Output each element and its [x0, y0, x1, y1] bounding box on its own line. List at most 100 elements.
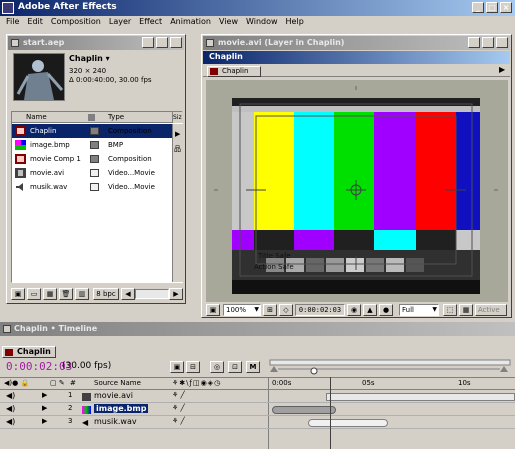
header-label-icon — [88, 114, 95, 121]
show-snapshot-button[interactable]: ▲ — [363, 304, 377, 316]
project-item-list: Name Type Siz Chaplin Composition image.… — [11, 111, 183, 283]
current-time-field[interactable]: 0:00:02:03 — [295, 304, 345, 316]
column-size-header[interactable]: Siz — [173, 114, 182, 121]
label-swatch — [90, 169, 99, 177]
snapshot-button[interactable]: ◉ — [347, 304, 361, 316]
comp-viewer[interactable]: Title Safe Action Safe — [206, 80, 508, 302]
video-eye-icon[interactable]: ◀) — [6, 404, 15, 413]
maximize-button[interactable]: □ — [486, 2, 498, 13]
project-close-button[interactable]: × — [170, 37, 182, 48]
timeline-title: Chaplin • Timeline — [14, 324, 98, 333]
comp-name[interactable]: Chaplin ▾ — [69, 54, 110, 63]
chevron-down-icon: ▼ — [254, 306, 259, 313]
transparency-grid-button[interactable]: ▦ — [459, 304, 473, 316]
column-name-header[interactable]: Name — [26, 113, 47, 121]
audio-icon — [16, 183, 23, 191]
project-maximize-button[interactable]: □ — [156, 37, 168, 48]
new-comp-button[interactable]: ▦ — [43, 288, 57, 300]
time-navigator[interactable] — [268, 358, 515, 376]
column-type-header[interactable]: Type — [108, 113, 124, 121]
scroll-right-button[interactable]: ▶ — [169, 288, 183, 300]
ruler-mid-label: 05s — [362, 379, 375, 387]
expand-arrow-icon[interactable]: ▶ — [42, 404, 47, 412]
timeline-panel: 0:00:02:03 (30.00 fps) ▣ ⊟ ◎ ⊡ M ◀)● 🔒 ▢… — [0, 358, 515, 449]
motion-blur-button[interactable]: ⊡ — [228, 361, 242, 373]
layer-duration-bar[interactable] — [272, 406, 336, 414]
project-minimize-button[interactable]: _ — [142, 37, 154, 48]
comp-maximize-button[interactable]: □ — [482, 37, 494, 48]
layer-index: 2 — [68, 404, 73, 412]
menu-bar: File Edit Composition Layer Effect Animation V… — [0, 16, 515, 29]
delete-button[interactable]: 🗑 — [59, 288, 73, 300]
list-item[interactable]: Chaplin Composition — [12, 124, 172, 138]
layer-switches-icons: ⚘ ╱ — [172, 417, 185, 425]
flow-arrow-icon[interactable]: ▶ — [175, 130, 180, 138]
layer-row[interactable]: ◀) ▶ 1 movie.avi ⚘ ╱ — [0, 391, 515, 403]
comp-marker-button[interactable]: ▣ — [170, 361, 184, 373]
expand-arrow-icon[interactable]: ▶ — [42, 391, 47, 399]
composition-icon — [15, 154, 26, 164]
comp-close-button[interactable]: × — [496, 37, 508, 48]
label-swatch — [90, 183, 99, 191]
audio-speaker-icon[interactable]: ◀) — [6, 417, 15, 426]
layer-duration-bar[interactable] — [308, 419, 388, 427]
label-swatch — [90, 155, 99, 163]
zoom-dropdown[interactable]: 100% ▼ — [223, 304, 261, 316]
comp-window-title-bar[interactable]: movie.avi (Layer in Chaplin) _ □ × — [203, 36, 510, 50]
comp-panel-menu-icon[interactable]: ▶ — [499, 65, 505, 74]
close-button[interactable]: × — [500, 2, 512, 13]
mask-view-button[interactable]: ◇ — [279, 304, 293, 316]
column-source-name[interactable]: Source Name — [94, 379, 141, 387]
layer-row[interactable]: ◀) ▶ 2 image.bmp ⚘ ╱ — [0, 404, 515, 416]
zoom-value: 100% — [226, 306, 247, 314]
horizontal-scrollbar[interactable] — [135, 289, 169, 299]
menu-effect[interactable]: Effect — [135, 16, 166, 27]
item-type: BMP — [108, 141, 124, 149]
flowchart-icon[interactable]: 品 — [174, 144, 181, 154]
scroll-left-button[interactable]: ◀ — [121, 288, 135, 300]
comp-panel-title-bar[interactable]: Chaplin — [203, 51, 510, 64]
always-preview-button[interactable]: ▣ — [206, 304, 220, 316]
list-item[interactable]: movie.avi Video...Movie — [12, 166, 172, 180]
interpret-footage-button[interactable]: ▣ — [11, 288, 25, 300]
flowchart-button[interactable]: ▥ — [75, 288, 89, 300]
menu-edit[interactable]: Edit — [23, 16, 47, 27]
resolution-dropdown[interactable]: Full ▼ — [399, 304, 439, 316]
list-item[interactable]: image.bmp BMP — [12, 138, 172, 152]
timeline-title-bar[interactable]: Chaplin • Timeline — [0, 322, 515, 336]
item-name: image.bmp — [30, 141, 70, 149]
comp-thumbnail — [13, 53, 65, 101]
layer-name: image.bmp — [94, 404, 149, 413]
list-item[interactable]: movie Comp 1 Composition — [12, 152, 172, 166]
menu-help[interactable]: Help — [282, 16, 308, 27]
layer-row[interactable]: ◀) ▶ 3 ◀ musik.wav ⚘ ╱ — [0, 417, 515, 429]
item-name: movie Comp 1 — [30, 155, 81, 163]
menu-view[interactable]: View — [215, 16, 242, 27]
menu-composition[interactable]: Composition — [47, 16, 105, 27]
item-name: Chaplin — [30, 127, 57, 135]
new-folder-button[interactable]: ▭ — [27, 288, 41, 300]
minimize-button[interactable]: _ — [472, 2, 484, 13]
region-of-interest-button[interactable]: ⬚ — [443, 304, 457, 316]
menu-layer[interactable]: Layer — [105, 16, 135, 27]
menu-file[interactable]: File — [2, 16, 23, 27]
expand-arrow-icon[interactable]: ▶ — [42, 417, 47, 425]
menu-window[interactable]: Window — [242, 16, 282, 27]
project-title-bar[interactable]: start.aep _ □ × — [8, 36, 184, 50]
comp-minimize-button[interactable]: _ — [468, 37, 480, 48]
audio-icon: ◀ — [82, 418, 89, 427]
graph-button[interactable]: M — [246, 361, 260, 373]
channel-button[interactable]: ● — [379, 304, 393, 316]
shy-layers-button[interactable]: ⊟ — [186, 361, 200, 373]
thumbnail-figure-icon — [16, 60, 64, 100]
bit-depth-button[interactable]: 8 bpc — [93, 288, 119, 300]
layer-duration-bar[interactable] — [326, 393, 515, 401]
bar-yellow — [254, 112, 294, 230]
safe-margins-button[interactable]: ⊞ — [263, 304, 277, 316]
enable-frame-blending-button[interactable]: ◎ — [210, 361, 224, 373]
menu-animation[interactable]: Animation — [166, 16, 215, 27]
list-item[interactable]: musik.wav Video...Movie — [12, 180, 172, 194]
view-dropdown[interactable]: Active — [475, 304, 507, 316]
current-time-indicator[interactable] — [330, 377, 331, 449]
video-eye-icon[interactable]: ◀) — [6, 391, 15, 400]
